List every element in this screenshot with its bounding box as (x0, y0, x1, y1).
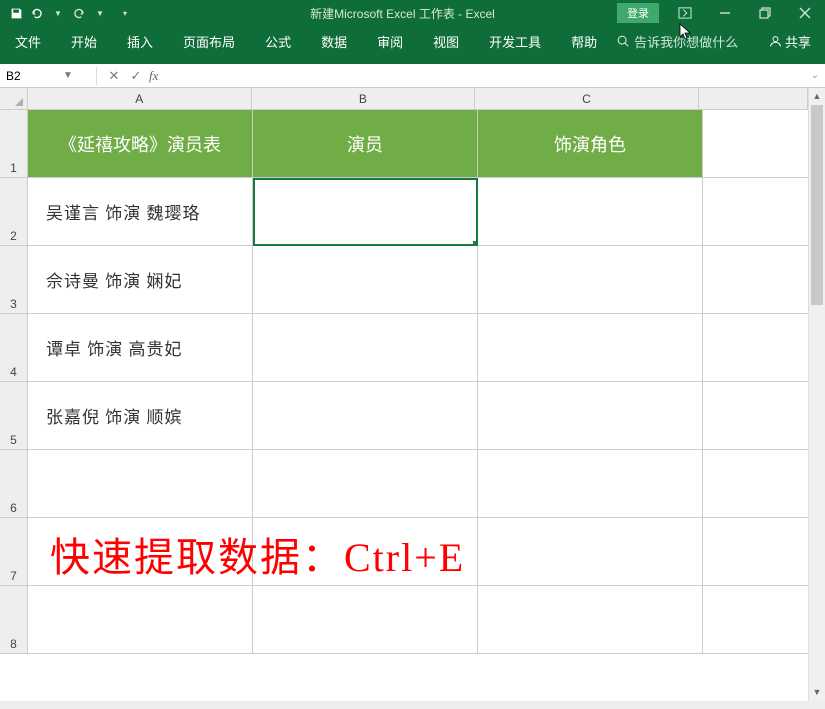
column-headers: A B C (28, 88, 808, 110)
cell-d4[interactable] (703, 314, 813, 382)
share-person-icon (769, 35, 782, 48)
close-icon[interactable] (785, 0, 825, 26)
row-header-1[interactable]: 1 (0, 110, 28, 178)
cell-b6[interactable] (253, 450, 478, 518)
cell-c3[interactable] (478, 246, 703, 314)
insert-function-icon[interactable]: fx (149, 68, 158, 84)
tab-file[interactable]: 文件 (0, 26, 56, 56)
cell-d2[interactable] (703, 178, 813, 246)
separator (96, 67, 97, 85)
cell-b1[interactable]: 演员 (253, 110, 478, 178)
cell-d7[interactable] (703, 518, 813, 586)
cell-d1[interactable] (703, 110, 813, 178)
cell-b2-selected[interactable] (253, 178, 478, 246)
cell-c6[interactable] (478, 450, 703, 518)
cell-b5[interactable] (253, 382, 478, 450)
tab-view[interactable]: 视图 (418, 26, 474, 56)
tab-home[interactable]: 开始 (56, 26, 112, 56)
row-header-4[interactable]: 4 (0, 314, 28, 382)
row-header-8[interactable]: 8 (0, 586, 28, 654)
redo-dropdown-icon[interactable]: ▼ (92, 5, 108, 21)
scroll-down-icon[interactable]: ▼ (809, 684, 825, 701)
quick-access-toolbar: ▼ ▼ ▾ (0, 5, 188, 21)
tab-formulas[interactable]: 公式 (250, 26, 306, 56)
cell-b4[interactable] (253, 314, 478, 382)
column-header-b[interactable]: B (252, 88, 476, 110)
formula-bar-expand-icon[interactable]: ⌄ (805, 70, 825, 81)
title-bar: ▼ ▼ ▾ 新建Microsoft Excel 工作表 - Excel 登录 (0, 0, 825, 26)
scroll-track[interactable] (809, 105, 825, 684)
tab-review[interactable]: 审阅 (362, 26, 418, 56)
cells-area[interactable]: 《延禧攻略》演员表 演员 饰演角色 吴谨言 饰演 魏璎珞 佘诗曼 饰演 娴妃 谭… (28, 110, 808, 701)
cell-c7[interactable] (478, 518, 703, 586)
tab-help[interactable]: 帮助 (556, 26, 612, 56)
share-label: 共享 (785, 32, 811, 51)
cell-a2[interactable]: 吴谨言 饰演 魏璎珞 (28, 178, 253, 246)
name-box-dropdown-icon[interactable]: ▼ (60, 70, 76, 81)
cell-a3[interactable]: 佘诗曼 饰演 娴妃 (28, 246, 253, 314)
qat-customize-icon[interactable]: ▾ (117, 5, 133, 21)
undo-dropdown-icon[interactable]: ▼ (50, 5, 66, 21)
vertical-scrollbar[interactable]: ▲ ▼ (808, 88, 825, 701)
tab-pagelayout[interactable]: 页面布局 (168, 26, 250, 56)
cancel-formula-icon[interactable]: ✕ (103, 68, 125, 84)
tab-developer[interactable]: 开发工具 (474, 26, 556, 56)
row-headers: 1 2 3 4 5 6 7 8 (0, 110, 28, 654)
undo-icon[interactable] (29, 5, 45, 21)
row-header-2[interactable]: 2 (0, 178, 28, 246)
title-right-controls: 登录 (617, 0, 825, 26)
formula-bar-input[interactable] (158, 67, 805, 85)
row-header-6[interactable]: 6 (0, 450, 28, 518)
restore-icon[interactable] (745, 0, 785, 26)
row-header-7[interactable]: 7 (0, 518, 28, 586)
enter-formula-icon[interactable]: ✓ (125, 68, 147, 84)
login-button[interactable]: 登录 (617, 3, 659, 23)
cell-a7[interactable] (28, 518, 253, 586)
cell-b3[interactable] (253, 246, 478, 314)
cell-d5[interactable] (703, 382, 813, 450)
column-header-extra[interactable] (699, 88, 808, 110)
cell-c2[interactable] (478, 178, 703, 246)
cell-a8[interactable] (28, 586, 253, 654)
row-header-3[interactable]: 3 (0, 246, 28, 314)
cell-d6[interactable] (703, 450, 813, 518)
cell-c5[interactable] (478, 382, 703, 450)
worksheet-grid: A B C 1 2 3 4 5 6 7 8 《延禧攻略》演员表 演员 饰演角色 … (0, 88, 825, 701)
tab-data[interactable]: 数据 (306, 26, 362, 56)
mouse-cursor-icon (679, 23, 693, 41)
save-icon[interactable] (8, 5, 24, 21)
select-all-triangle[interactable] (0, 88, 28, 110)
column-header-c[interactable]: C (475, 88, 699, 110)
name-box[interactable] (0, 67, 60, 85)
minimize-icon[interactable] (705, 0, 745, 26)
cell-b7[interactable] (253, 518, 478, 586)
cell-c1[interactable]: 饰演角色 (478, 110, 703, 178)
tab-insert[interactable]: 插入 (112, 26, 168, 56)
cell-d3[interactable] (703, 246, 813, 314)
cell-c8[interactable] (478, 586, 703, 654)
cell-c4[interactable] (478, 314, 703, 382)
cell-a4[interactable]: 谭卓 饰演 高贵妃 (28, 314, 253, 382)
redo-icon[interactable] (71, 5, 87, 21)
window-title: 新建Microsoft Excel 工作表 - Excel (188, 5, 617, 22)
ribbon-tabs: 文件 开始 插入 页面布局 公式 数据 审阅 视图 开发工具 帮助 告诉我你想做… (0, 26, 825, 56)
cell-a6[interactable] (28, 450, 253, 518)
cell-a5[interactable]: 张嘉倪 饰演 顺嫔 (28, 382, 253, 450)
column-header-a[interactable]: A (28, 88, 252, 110)
scroll-thumb[interactable] (811, 105, 823, 305)
cell-b8[interactable] (253, 586, 478, 654)
row-header-5[interactable]: 5 (0, 382, 28, 450)
share-button[interactable]: 共享 (769, 32, 825, 51)
cell-a1[interactable]: 《延禧攻略》演员表 (28, 110, 253, 178)
ribbon-collapsed-strip (0, 56, 825, 64)
formula-bar-row: ▼ ✕ ✓ fx ⌄ (0, 64, 825, 88)
tell-me-search[interactable]: 告诉我你想做什么 (616, 32, 738, 51)
cell-d8[interactable] (703, 586, 813, 654)
search-icon (616, 34, 630, 48)
scroll-up-icon[interactable]: ▲ (809, 88, 825, 105)
status-strip (0, 701, 825, 709)
